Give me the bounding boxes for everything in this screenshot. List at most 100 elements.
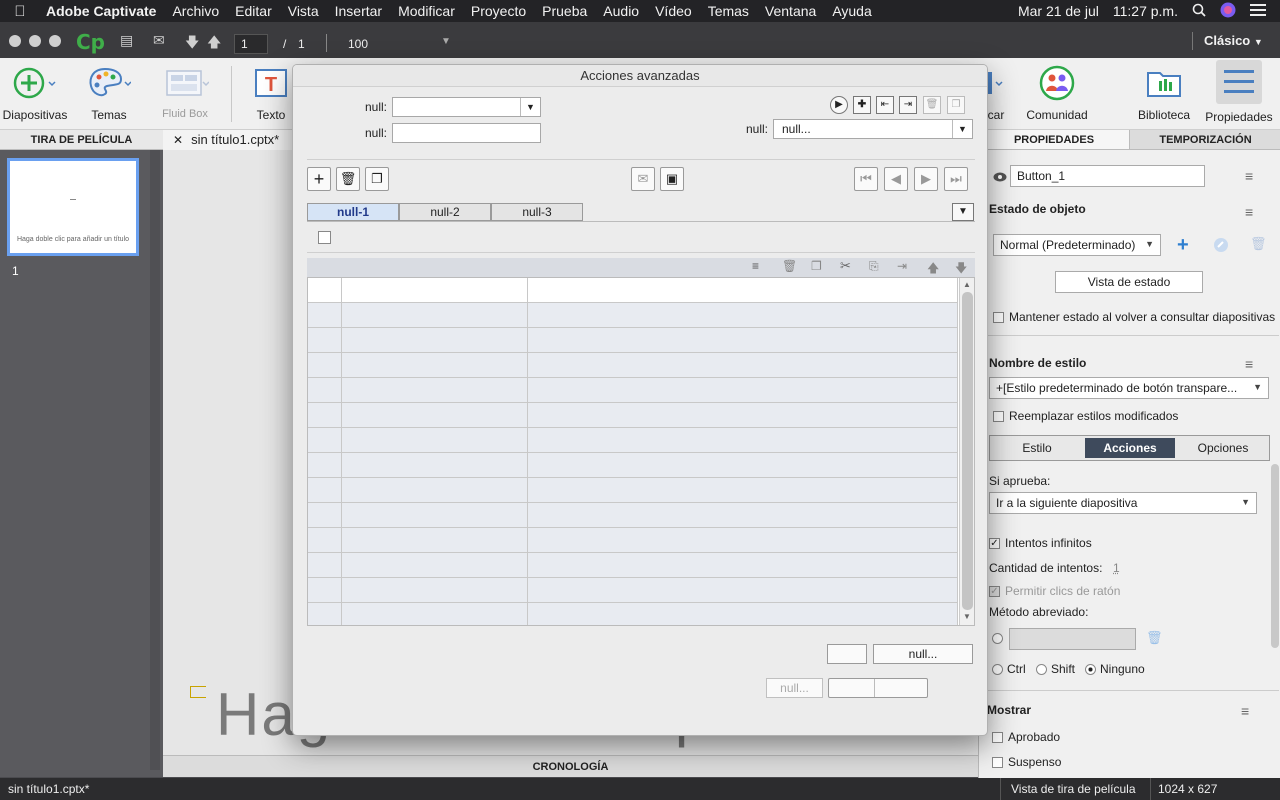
delete-row-icon[interactable]: 🗑 <box>782 259 797 273</box>
table-cell[interactable] <box>308 503 342 528</box>
replace-styles-option[interactable]: Reemplazar estilos modificados <box>993 409 1178 423</box>
table-cell[interactable] <box>342 478 528 503</box>
apple-icon[interactable]:  <box>0 3 40 20</box>
close-tab-icon[interactable]: ✕ <box>173 133 183 147</box>
table-cell[interactable] <box>528 303 958 328</box>
indent-row-icon[interactable]: ⇥ <box>897 259 907 273</box>
style-select[interactable]: +[Estilo predeterminado de botón transpa… <box>989 377 1269 399</box>
tab-properties[interactable]: PROPIEDADES <box>979 130 1129 150</box>
table-cell[interactable] <box>342 453 528 478</box>
on-success-select[interactable]: Ir a la siguiente diapositiva ▼ <box>989 492 1257 514</box>
table-cell[interactable] <box>342 353 528 378</box>
table-cell[interactable] <box>308 353 342 378</box>
subtab-style[interactable]: Estilo <box>990 436 1084 460</box>
modifier-none[interactable]: Ninguno <box>1085 662 1145 676</box>
menu-modificar[interactable]: Modificar <box>390 3 463 19</box>
slides-button[interactable]: Diapositivas <box>0 58 70 130</box>
table-cell[interactable] <box>528 403 958 428</box>
add-state-icon[interactable]: + <box>1177 234 1189 257</box>
mail-icon[interactable]: ✉ <box>153 32 165 49</box>
reset-state-icon[interactable] <box>1213 237 1229 256</box>
slide-number-input[interactable]: 1 <box>234 34 268 54</box>
control-center-icon[interactable] <box>1250 3 1266 19</box>
table-cell[interactable] <box>342 428 528 453</box>
menu-ayuda[interactable]: Ayuda <box>824 3 879 19</box>
panel-menu-icon[interactable]: ≡ <box>1245 204 1253 220</box>
export-action-icon[interactable]: ⇥ <box>899 96 917 114</box>
menu-proyecto[interactable]: Proyecto <box>463 3 534 19</box>
keep-state-checkbox[interactable] <box>993 312 1004 323</box>
copy-decision-button[interactable]: ❐ <box>365 167 389 191</box>
table-cell[interactable] <box>308 328 342 353</box>
siri-icon[interactable] <box>1220 2 1236 21</box>
action-type-select[interactable]: ▼ <box>392 97 541 117</box>
state-view-button[interactable]: Vista de estado <box>1055 271 1203 293</box>
scroll-down-icon[interactable]: ▼ <box>963 612 971 621</box>
menu-editar[interactable]: Editar <box>227 3 280 19</box>
spotlight-search-icon[interactable] <box>1192 3 1206 20</box>
table-cell[interactable] <box>528 428 958 453</box>
shift-radio[interactable] <box>1036 664 1047 675</box>
decision-template-icon[interactable]: ▣ <box>660 167 684 191</box>
menu-ventana[interactable]: Ventana <box>757 3 824 19</box>
grid-scroll-thumb[interactable] <box>962 292 973 610</box>
object-name-input[interactable]: Button_1 <box>1010 165 1205 187</box>
tab-timing[interactable]: TEMPORIZACIÓN <box>1129 130 1280 150</box>
table-cell[interactable] <box>528 603 958 626</box>
filmstrip-scrollbar[interactable] <box>150 150 160 770</box>
table-cell[interactable] <box>308 603 342 626</box>
table-cell[interactable] <box>528 453 958 478</box>
table-cell[interactable] <box>308 303 342 328</box>
table-cell[interactable] <box>308 278 342 303</box>
table-row[interactable] <box>308 353 958 378</box>
delete-shortcut-icon[interactable]: 🗑 <box>1146 630 1163 646</box>
table-cell[interactable] <box>342 578 528 603</box>
menu-prueba[interactable]: Prueba <box>534 3 595 19</box>
paste-row-icon[interactable]: ⎘ <box>869 259 879 274</box>
table-row[interactable] <box>308 578 958 603</box>
table-cell[interactable] <box>308 528 342 553</box>
table-cell[interactable] <box>308 478 342 503</box>
text-button[interactable]: T Texto <box>244 58 298 130</box>
menu-audio[interactable]: Audio <box>595 3 647 19</box>
workspace-selector[interactable]: Clásico ▼ <box>1204 33 1263 48</box>
secondary-button[interactable] <box>827 644 867 664</box>
delete-decision-button[interactable]: 🗑 <box>336 167 360 191</box>
tab-decision-1[interactable]: null-1 <box>307 203 399 221</box>
subtab-actions[interactable]: Acciones <box>1085 438 1175 458</box>
primary-null-button[interactable]: null... <box>873 644 973 664</box>
zoom-level[interactable]: 100 <box>348 37 368 51</box>
show-failure-option[interactable]: Suspenso <box>992 755 1061 769</box>
previous-decision-icon[interactable]: ◀ <box>884 167 908 191</box>
table-cell[interactable] <box>308 553 342 578</box>
ctrl-radio[interactable] <box>992 664 1003 675</box>
table-cell[interactable] <box>342 303 528 328</box>
menu-archivo[interactable]: Archivo <box>164 3 227 19</box>
visibility-eye-icon[interactable] <box>993 171 1007 185</box>
infinite-attempts-checkbox[interactable]: ✓ <box>989 538 1000 549</box>
shortcut-input[interactable] <box>1009 628 1136 650</box>
table-row[interactable] <box>308 553 958 578</box>
library-button[interactable]: Biblioteca <box>1130 58 1198 130</box>
table-row[interactable] <box>308 378 958 403</box>
table-row[interactable] <box>308 478 958 503</box>
mouse-clicks-option[interactable]: ✓ Permitir clics de ratón <box>989 584 1120 598</box>
table-row[interactable] <box>308 328 958 353</box>
table-cell[interactable] <box>528 353 958 378</box>
show-success-checkbox[interactable] <box>992 732 1003 743</box>
table-cell[interactable] <box>528 503 958 528</box>
mouse-clicks-checkbox[interactable]: ✓ <box>989 586 1000 597</box>
show-success-option[interactable]: Aprobado <box>992 730 1060 744</box>
delete-state-icon[interactable]: 🗑 <box>1250 236 1267 252</box>
object-state-select[interactable]: Normal (Predeterminado) ▼ <box>993 234 1161 256</box>
table-cell[interactable] <box>342 403 528 428</box>
table-row[interactable] <box>308 503 958 528</box>
table-row[interactable] <box>308 303 958 328</box>
subtab-options[interactable]: Opciones <box>1176 436 1270 460</box>
cut-row-icon[interactable]: ✂ <box>840 258 851 274</box>
modifier-ctrl[interactable]: Ctrl <box>992 662 1026 676</box>
table-cell[interactable] <box>528 278 958 303</box>
import-action-icon[interactable]: ⇤ <box>876 96 894 114</box>
replace-styles-checkbox[interactable] <box>993 411 1004 422</box>
scroll-up-icon[interactable]: ▲ <box>963 280 971 289</box>
